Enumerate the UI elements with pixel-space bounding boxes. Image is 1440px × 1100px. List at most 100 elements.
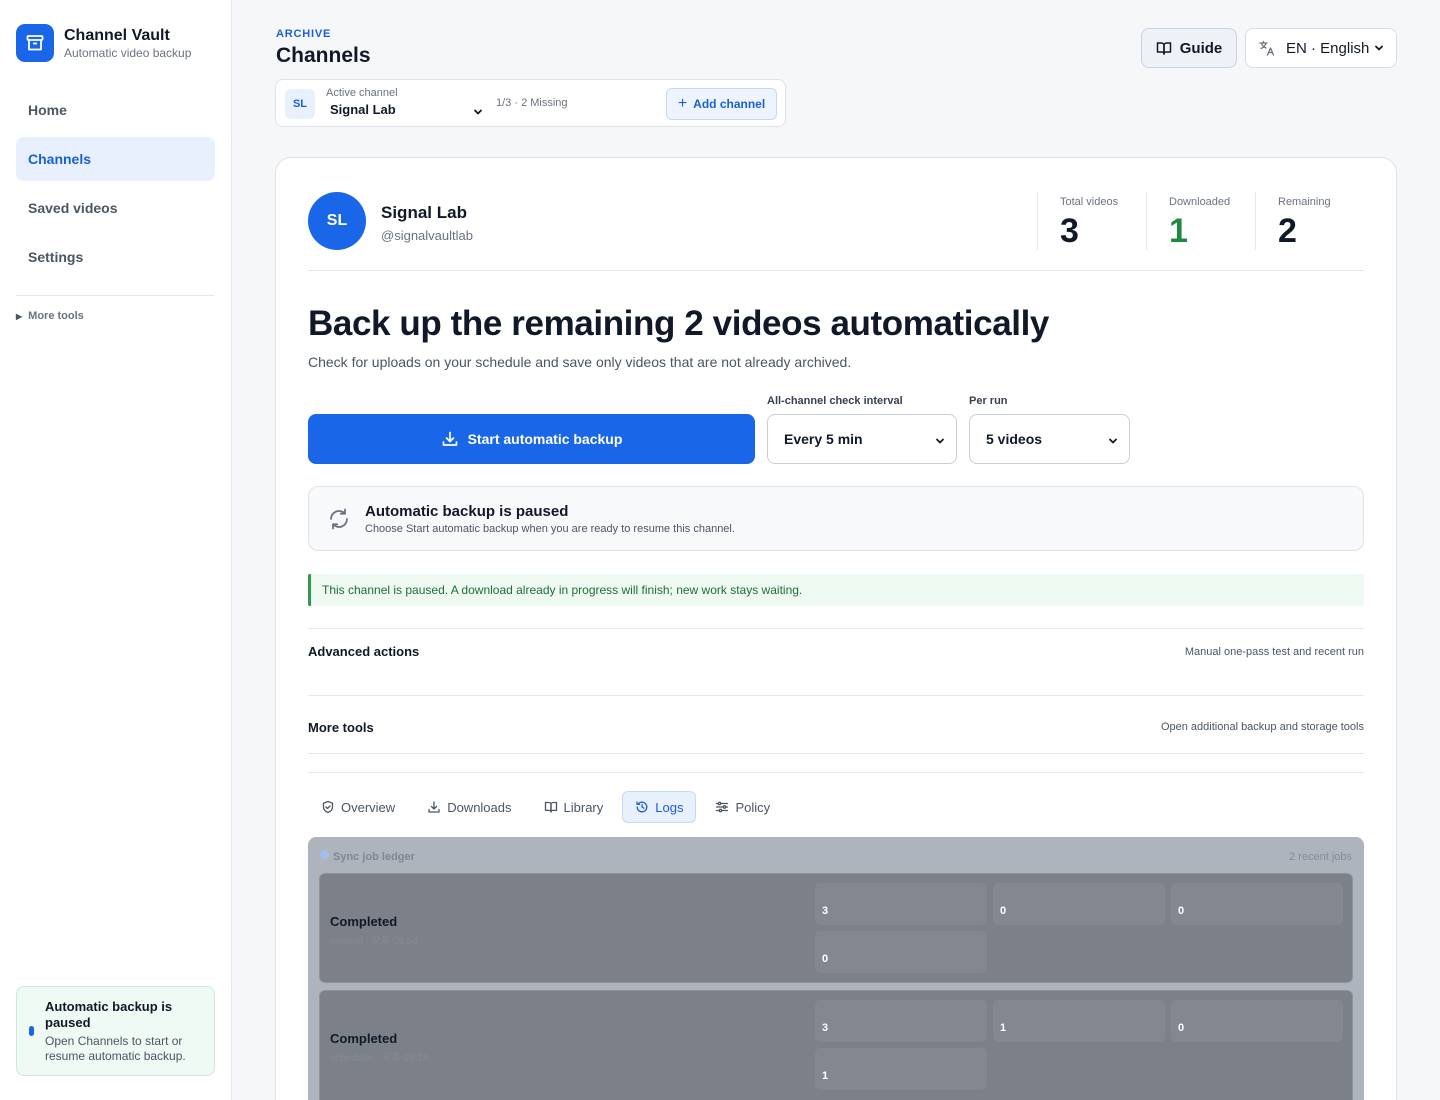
- paused-body: Choose Start automatic backup when you a…: [365, 523, 735, 535]
- sidebar-item-settings[interactable]: Settings: [16, 235, 215, 279]
- ledger-header: Sync job ledger: [320, 849, 415, 863]
- metric-value: 0: [1178, 1022, 1185, 1034]
- sidebar-status-card: Automatic backup is paused Open Channels…: [16, 986, 215, 1076]
- sidebar-item-channels[interactable]: Channels: [16, 137, 215, 181]
- channel-handle: @signalvaultlab: [381, 228, 473, 243]
- interval-select[interactable]: Every 5 min: [767, 414, 957, 464]
- chevron-down-icon: [1375, 45, 1384, 51]
- chevron-down-icon[interactable]: [472, 106, 484, 118]
- job-status: Completed: [330, 1031, 398, 1046]
- download-icon: [428, 801, 440, 813]
- stat-value: 1: [1169, 212, 1188, 250]
- sidebar-divider: [16, 295, 215, 296]
- stat-remaining: Remaining 2: [1255, 192, 1365, 250]
- tab-downloads-label: Downloads: [447, 799, 512, 815]
- brand-subtitle: Automatic video backup: [64, 45, 192, 60]
- tab-library-label: Library: [563, 799, 604, 815]
- per-run-value: 5 videos: [986, 431, 1043, 447]
- guide-button[interactable]: Guide: [1141, 28, 1237, 68]
- divider: [308, 628, 1364, 629]
- channel-avatar-small: SL: [285, 89, 315, 119]
- divider: [308, 753, 1364, 754]
- add-channel-button[interactable]: + Add channel: [666, 88, 777, 120]
- divider: [308, 695, 1364, 696]
- start-automatic-backup-button[interactable]: Start automatic backup: [308, 414, 755, 464]
- per-run-select[interactable]: 5 videos: [969, 414, 1130, 464]
- stat-value: 3: [1060, 212, 1079, 250]
- tab-logs[interactable]: Logs: [622, 791, 697, 823]
- language-select[interactable]: EN · English: [1245, 28, 1397, 68]
- more-tools-toggle[interactable]: More tools: [308, 720, 374, 735]
- page-title: Channels: [276, 44, 371, 67]
- channel-card: SL Signal Lab @signalvaultlab Total vide…: [275, 157, 1397, 1100]
- job-metric: 3: [815, 883, 987, 925]
- metric-value: 3: [822, 1022, 829, 1034]
- stat-label: Total videos: [1060, 196, 1119, 208]
- sidebar: Channel Vault Automatic video backup Hom…: [0, 0, 232, 1100]
- job-metric: 0: [815, 931, 987, 973]
- channel-avatar: SL: [308, 192, 366, 250]
- sidebar-status-body: Open Channels to start or resume automat…: [45, 1033, 186, 1063]
- divider: [308, 270, 1364, 271]
- shield-check-icon: [322, 800, 334, 814]
- brand[interactable]: Channel Vault Automatic video backup: [16, 24, 191, 62]
- interval-label: All-channel check interval: [767, 395, 903, 407]
- job-status: Completed: [330, 914, 398, 929]
- sidebar-more-tools-toggle[interactable]: ▶ More tools: [16, 310, 84, 322]
- ledger-count: 2 recent jobs: [1289, 851, 1352, 863]
- paused-status-box: Automatic backup is paused Choose Start …: [308, 486, 1364, 551]
- divider: [308, 772, 1364, 773]
- language-label: EN · English: [1286, 39, 1370, 57]
- sidebar-item-home[interactable]: Home: [16, 88, 215, 132]
- hero-title: Back up the remaining 2 videos automatic…: [308, 304, 1049, 343]
- tab-downloads[interactable]: Downloads: [414, 791, 524, 823]
- metric-value: 0: [1000, 905, 1007, 917]
- plus-icon: +: [677, 95, 688, 112]
- job-source: scheduler · 오후 05:18: [330, 1053, 429, 1064]
- caret-right-icon: ▶: [16, 311, 23, 321]
- sidebar-item-saved-videos[interactable]: Saved videos: [16, 186, 215, 230]
- sidebar-more-tools-label: More tools: [28, 310, 84, 322]
- ledger-title: Sync job ledger: [333, 851, 415, 863]
- page-eyebrow: ARCHIVE: [276, 28, 332, 40]
- channel-switcher: SL Active channel Signal Lab 1/3 · 2 Mis…: [275, 79, 786, 127]
- active-channel-label: Active channel: [326, 87, 398, 99]
- archive-box-icon: [16, 24, 54, 62]
- advanced-actions-toggle[interactable]: Advanced actions: [308, 644, 419, 659]
- advanced-actions-meta: Manual one-pass test and recent run: [1184, 646, 1364, 658]
- stat-total-videos: Total videos 3: [1037, 192, 1147, 250]
- sliders-icon: [716, 801, 729, 813]
- start-automatic-backup-label: Start automatic backup: [467, 431, 623, 447]
- metric-value: 1: [822, 1070, 829, 1082]
- history-icon: [636, 801, 648, 813]
- tab-logs-label: Logs: [655, 799, 684, 815]
- metric-value: 3: [822, 905, 829, 917]
- chevron-down-icon: [936, 438, 944, 444]
- channel-tabs: Overview Downloads Library Logs Policy: [308, 791, 789, 823]
- refresh-icon: [330, 508, 348, 530]
- book-icon: [544, 801, 557, 813]
- sidebar-nav: Home Channels Saved videos Settings: [16, 88, 215, 284]
- tab-policy[interactable]: Policy: [702, 791, 783, 823]
- tab-overview[interactable]: Overview: [308, 791, 408, 823]
- channel-progress-meta: 1/3 · 2 Missing: [496, 97, 568, 109]
- job-metric: 0: [1171, 1000, 1343, 1042]
- per-run-label: Per run: [969, 395, 1008, 407]
- stat-downloaded: Downloaded 1: [1146, 192, 1256, 250]
- job-metric: 1: [993, 1000, 1165, 1042]
- metric-value: 0: [1178, 905, 1185, 917]
- sync-job-ledger: Sync job ledger 2 recent jobs Completed …: [308, 837, 1364, 1100]
- stat-label: Downloaded: [1169, 196, 1231, 208]
- channel-name: Signal Lab: [381, 203, 467, 222]
- job-source: manual · 오후 05:54: [330, 936, 418, 947]
- stat-value: 2: [1278, 212, 1297, 250]
- job-row[interactable]: Completed scheduler · 오후 05:18 3 1 0 1: [319, 990, 1353, 1100]
- download-icon: [442, 431, 457, 446]
- active-channel-select[interactable]: Signal Lab: [330, 102, 396, 117]
- brand-name: Channel Vault: [64, 26, 170, 44]
- stat-label: Remaining: [1278, 196, 1331, 208]
- tab-library[interactable]: Library: [531, 791, 617, 823]
- job-row[interactable]: Completed manual · 오후 05:54 3 0 0 0: [319, 873, 1353, 983]
- hero-subtitle: Check for uploads on your schedule and s…: [308, 354, 852, 370]
- job-metric: 0: [993, 883, 1165, 925]
